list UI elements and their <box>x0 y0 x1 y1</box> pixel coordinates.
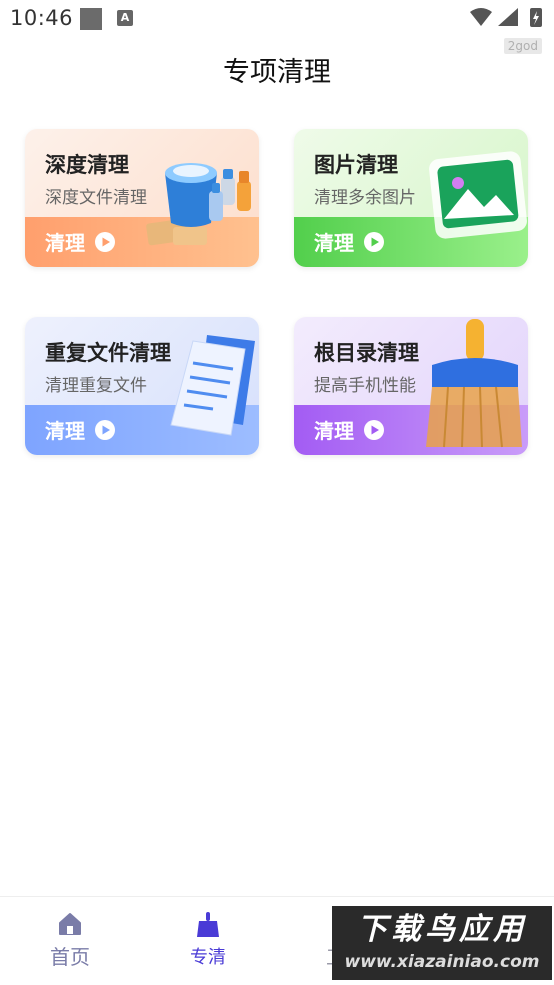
broom-icon <box>197 912 219 937</box>
status-time: 10:46 <box>10 6 74 30</box>
watermark-main: 下载鸟应用 <box>357 912 527 947</box>
page-title: 专项清理 <box>223 57 331 88</box>
card-subtitle: 深度文件清理 <box>45 188 147 208</box>
notification-a-icon: A <box>117 10 133 26</box>
broom-icon <box>426 319 522 448</box>
play-icon <box>95 231 115 252</box>
nav-home[interactable]: 首页 <box>20 911 120 970</box>
deep-clean-card[interactable]: 深度清理 深度文件清理 清理 <box>25 129 259 267</box>
picture-icon <box>429 151 527 239</box>
root-directory-clean-card[interactable]: 根目录清理 提高手机性能 清理 <box>294 317 528 455</box>
button-label: 清理 <box>314 419 354 443</box>
home-icon <box>59 913 81 935</box>
card-title: 根目录清理 <box>314 341 419 365</box>
nav-label: 专清 <box>190 947 226 968</box>
deep-clean-button[interactable]: 清理 <box>45 227 116 256</box>
card-title: 图片清理 <box>314 153 398 177</box>
play-icon <box>95 419 115 440</box>
button-label: 清理 <box>314 231 354 255</box>
card-title: 重复文件清理 <box>45 341 171 365</box>
watermark-url: www.xiazainiao.com <box>344 952 540 972</box>
notification-square-icon <box>80 8 102 30</box>
button-label: 清理 <box>45 231 85 255</box>
play-icon <box>364 419 384 440</box>
card-subtitle: 提高手机性能 <box>314 376 416 396</box>
picture-clean-card[interactable]: 图片清理 清理多余图片 清理 <box>294 129 528 267</box>
watermark-banner: 下载鸟应用 www.xiazainiao.com <box>332 906 552 980</box>
nav-label: 首页 <box>50 945 90 969</box>
card-title: 深度清理 <box>45 153 129 177</box>
nav-special-clean[interactable]: 专清 <box>158 911 258 969</box>
status-icons <box>468 6 546 30</box>
picture-clean-button[interactable]: 清理 <box>314 227 385 256</box>
duplicate-file-clean-button[interactable]: 清理 <box>45 415 116 444</box>
play-icon <box>364 231 384 252</box>
duplicate-file-clean-card[interactable]: 重复文件清理 清理重复文件 清理 <box>25 317 259 455</box>
root-directory-clean-button[interactable]: 清理 <box>314 415 385 444</box>
document-icon <box>170 335 255 436</box>
bucket-cleaning-icon <box>146 163 251 246</box>
card-subtitle: 清理重复文件 <box>45 376 147 396</box>
status-bar: 10:46 A 2god <box>0 0 554 54</box>
card-subtitle: 清理多余图片 <box>314 188 416 208</box>
button-label: 清理 <box>45 419 85 443</box>
wifi-signal-battery-icon <box>470 8 542 27</box>
